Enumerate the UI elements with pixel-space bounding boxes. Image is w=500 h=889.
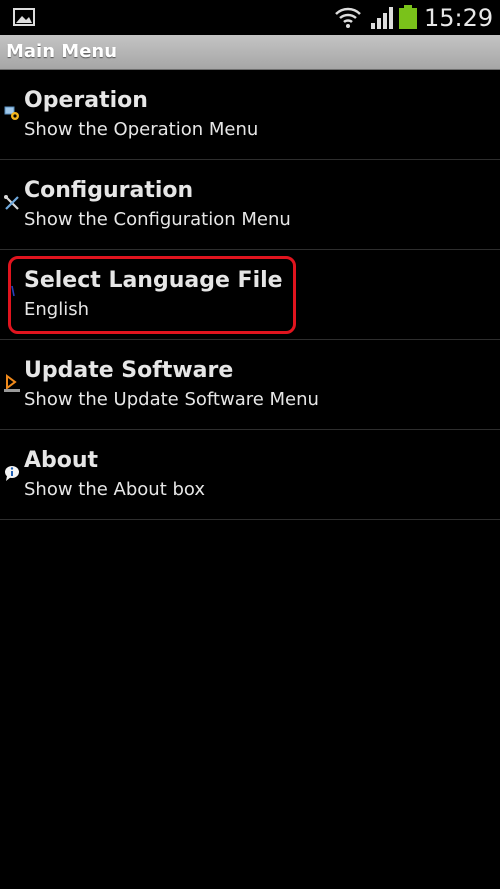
image-notification-icon [13,8,35,26]
page-title: Main Menu [6,41,118,62]
battery-icon [399,5,417,29]
menu-item-configuration[interactable]: Configuration Show the Configuration Men… [0,160,500,250]
menu-item-subtitle: Show the Configuration Menu [24,209,291,230]
operation-icon [4,106,19,120]
menu-item-title: Operation [24,88,148,113]
menu-item-subtitle: Show the About box [24,479,206,500]
menu-item-title: Configuration [24,178,194,203]
status-clock: 15:29 [424,4,494,32]
update-icon [4,374,20,392]
info-icon [5,466,19,481]
tools-icon [4,195,19,210]
menu-item-about[interactable]: About Show the About box [0,430,500,520]
main-menu-list: Operation Show the Operation Menu Config… [0,70,500,520]
menu-item-title: Select Language File [24,268,283,293]
menu-item-subtitle: English [24,299,89,320]
menu-item-select-language-file[interactable]: Select Language File English [0,250,500,340]
title-bar: Main Menu [0,35,500,70]
signal-icon [371,7,393,29]
status-bar: 15:29 [0,0,500,35]
menu-item-title: About [24,448,99,473]
wifi-icon [335,7,361,28]
menu-item-update-software[interactable]: Update Software Show the Update Software… [0,340,500,430]
menu-item-title: Update Software [24,358,234,383]
language-icon [11,285,15,297]
menu-item-operation[interactable]: Operation Show the Operation Menu [0,70,500,160]
menu-item-subtitle: Show the Operation Menu [24,119,259,140]
menu-item-subtitle: Show the Update Software Menu [24,389,319,410]
